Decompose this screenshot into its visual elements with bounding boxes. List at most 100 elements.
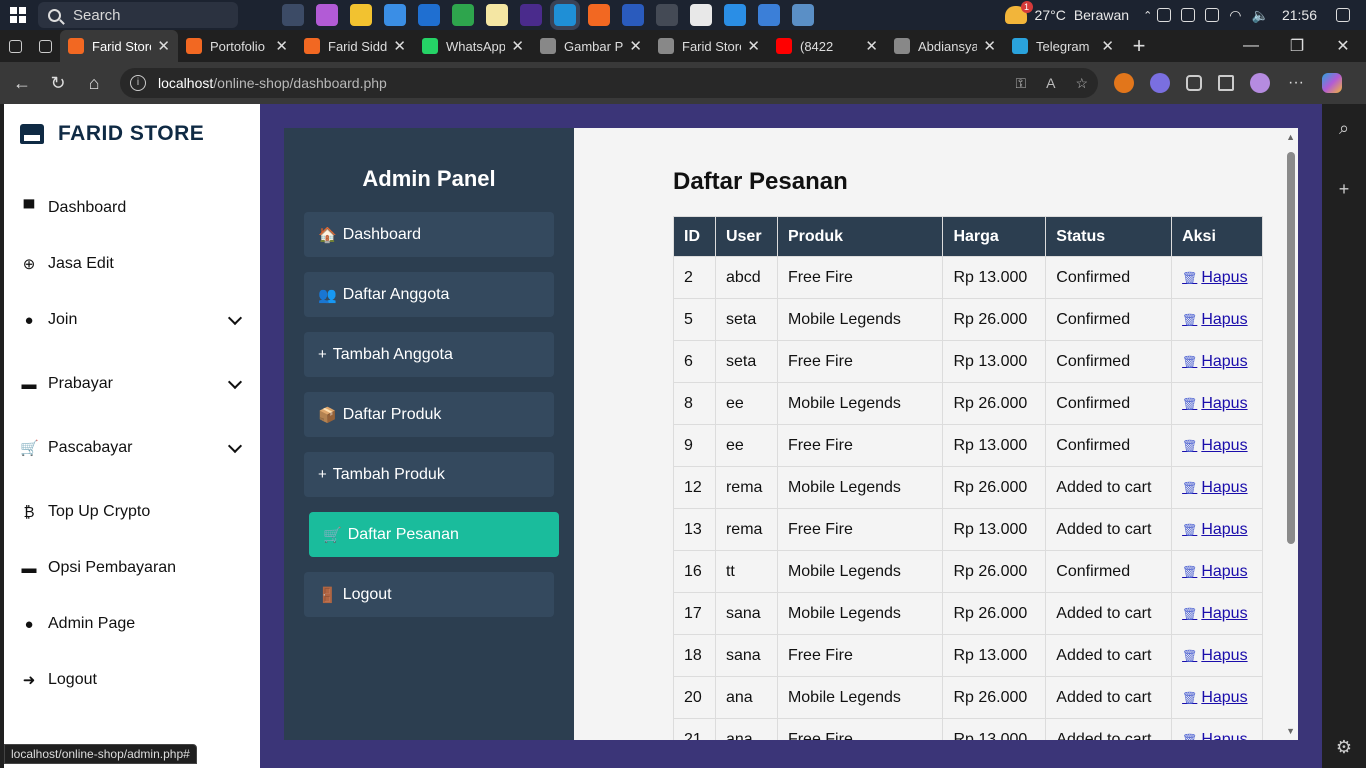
chevron-up-icon[interactable]: ⌃	[1143, 9, 1152, 22]
new-tab-button[interactable]: +	[1122, 33, 1156, 59]
delete-order-link[interactable]: 🗑 Hapus	[1182, 605, 1247, 622]
delete-order-link[interactable]: 🗑 Hapus	[1182, 731, 1247, 741]
delete-order-link[interactable]: 🗑 Hapus	[1182, 269, 1247, 286]
weather-icon[interactable]	[1004, 1, 1033, 24]
settings-gear-icon[interactable]: ⚙	[1336, 737, 1352, 758]
tab-close-icon[interactable]: ✕	[747, 37, 760, 55]
delete-order-link[interactable]: 🗑 Hapus	[1182, 395, 1247, 412]
delete-order-link[interactable]: 🗑 Hapus	[1182, 647, 1247, 664]
browser-tab[interactable]: WhatsApp ✕	[414, 30, 532, 62]
tab-close-icon[interactable]: ✕	[865, 37, 878, 55]
close-window-button[interactable]: ✕	[1320, 30, 1366, 62]
wifi-icon[interactable]: ◠	[1229, 7, 1241, 24]
browser-tab[interactable]: Telegram ✕	[1004, 30, 1122, 62]
edge-icon[interactable]	[554, 4, 576, 26]
key-icon[interactable]: ⚿	[1015, 75, 1026, 92]
site-nav-item-prabayar[interactable]: ▬ Prabayar	[20, 374, 244, 393]
tray-app-icon[interactable]	[1157, 8, 1172, 22]
outlook-icon[interactable]	[418, 4, 440, 26]
copilot-icon[interactable]	[316, 4, 338, 26]
chevron-down-icon[interactable]	[227, 438, 243, 453]
tray-app-icon-2[interactable]	[1181, 8, 1196, 22]
delete-order-link[interactable]: 🗑 Hapus	[1182, 479, 1247, 496]
extension-icon[interactable]	[1150, 73, 1170, 93]
paint-icon[interactable]	[758, 4, 780, 26]
browser-tab[interactable]: (8422 ✕	[768, 30, 886, 62]
home-button[interactable]: ⌂	[76, 73, 112, 94]
site-nav-item-jasa-edit[interactable]: ⊕ Jasa Edit	[20, 255, 244, 273]
delete-order-link[interactable]: 🗑 Hapus	[1182, 311, 1247, 328]
site-nav-item-top-up-crypto[interactable]: ₿ Top Up Crypto	[20, 503, 244, 521]
delete-order-link[interactable]: 🗑 Hapus	[1182, 563, 1247, 580]
admin-menu-daftar-anggota[interactable]: 👥 Daftar Anggota	[304, 272, 554, 317]
tab-close-icon[interactable]: ✕	[393, 37, 406, 55]
search-icon[interactable]: ⌕	[1339, 118, 1349, 139]
site-nav-item-logout[interactable]: ➜ Logout	[20, 671, 244, 689]
delete-order-link[interactable]: 🗑 Hapus	[1182, 353, 1247, 370]
task-view-icon[interactable]	[282, 4, 304, 26]
scroll-down-icon[interactable]: ▼	[1286, 726, 1295, 736]
site-info-icon[interactable]: i	[130, 75, 146, 91]
file-explorer-icon[interactable]	[350, 4, 372, 26]
minimize-button[interactable]: —	[1228, 30, 1274, 62]
volume-icon[interactable]: 🔈	[1252, 7, 1269, 24]
terminal-icon[interactable]	[656, 4, 678, 26]
notification-icon[interactable]	[1336, 8, 1350, 22]
browser-tab[interactable]: Abdiansyal ✕	[886, 30, 1004, 62]
admin-menu-daftar-produk[interactable]: 📦 Daftar Produk	[304, 392, 554, 437]
browser-tab[interactable]: Gambar Pr ✕	[532, 30, 650, 62]
copilot-icon[interactable]	[1322, 73, 1342, 93]
site-nav-item-dashboard[interactable]: ▀ Dashboard	[20, 199, 244, 217]
delete-order-link[interactable]: 🗑 Hapus	[1182, 521, 1247, 538]
browser-tab[interactable]: Farid Siddi ✕	[296, 30, 414, 62]
word-icon[interactable]	[622, 4, 644, 26]
clock[interactable]: 21:56	[1282, 7, 1317, 23]
photos-icon[interactable]	[792, 4, 814, 26]
refresh-button[interactable]: ↻	[40, 73, 76, 94]
admin-menu-tambah-anggota[interactable]: + Tambah Anggota	[304, 332, 554, 377]
tab-close-icon[interactable]: ✕	[511, 37, 524, 55]
restore-button[interactable]: ❐	[1274, 30, 1320, 62]
favorites-icon[interactable]	[1218, 75, 1234, 91]
admin-menu-logout[interactable]: 🚪 Logout	[304, 572, 554, 617]
battery-icon[interactable]	[1205, 8, 1220, 22]
site-nav-item-join[interactable]: ● Join	[20, 310, 244, 329]
admin-menu-daftar-pesanan[interactable]: 🛒 Daftar Pesanan	[309, 512, 559, 557]
tab-close-icon[interactable]: ✕	[629, 37, 642, 55]
chevron-down-icon[interactable]	[227, 374, 243, 389]
back-button[interactable]: ←	[4, 73, 40, 94]
scrollbar[interactable]: ▲ ▼	[1284, 128, 1298, 740]
site-nav-item-admin-page[interactable]: ● Admin Page	[20, 615, 244, 633]
more-menu-icon[interactable]: ···	[1286, 73, 1306, 93]
url-bar[interactable]: i localhost/online-shop/dashboard.php ⚿ …	[120, 68, 1098, 98]
notion-icon[interactable]	[690, 4, 712, 26]
store-icon[interactable]	[384, 4, 406, 26]
site-nav-item-pascabayar[interactable]: 🛒 Pascabayar	[20, 438, 244, 457]
linux-icon[interactable]	[486, 4, 508, 26]
tab-close-icon[interactable]: ✕	[983, 37, 996, 55]
workspaces-icon[interactable]	[0, 30, 30, 62]
weather-temp[interactable]: 27°C	[1035, 7, 1066, 23]
brand[interactable]: FARID STORE	[20, 122, 204, 146]
extensions-puzzle-icon[interactable]	[1186, 75, 1202, 91]
browser-tab[interactable]: Farid Store ✕	[650, 30, 768, 62]
read-aloud-icon[interactable]: A	[1046, 75, 1055, 91]
excel-chart-icon[interactable]	[452, 4, 474, 26]
taskbar-search[interactable]: Search	[38, 2, 238, 28]
weather-desc[interactable]: Berawan	[1074, 7, 1129, 23]
tab-close-icon[interactable]: ✕	[1101, 37, 1114, 55]
tab-close-icon[interactable]: ✕	[275, 37, 288, 55]
favorite-star-icon[interactable]: ☆	[1075, 75, 1088, 92]
admin-menu-tambah-produk[interactable]: + Tambah Produk	[304, 452, 554, 497]
admin-menu-dashboard[interactable]: 🏠 Dashboard	[304, 212, 554, 257]
profile-avatar[interactable]	[1250, 73, 1270, 93]
after-effects-icon[interactable]	[520, 4, 542, 26]
browser-tab[interactable]: Farid Store ✕	[60, 30, 178, 62]
delete-order-link[interactable]: 🗑 Hapus	[1182, 689, 1247, 706]
chevron-down-icon[interactable]	[227, 310, 243, 325]
start-button[interactable]	[0, 0, 36, 30]
scrollbar-thumb[interactable]	[1287, 152, 1295, 544]
delete-order-link[interactable]: 🗑 Hapus	[1182, 437, 1247, 454]
site-nav-item-opsi-pembayaran[interactable]: ▬ Opsi Pembayaran	[20, 559, 244, 577]
vscode-icon[interactable]	[724, 4, 746, 26]
